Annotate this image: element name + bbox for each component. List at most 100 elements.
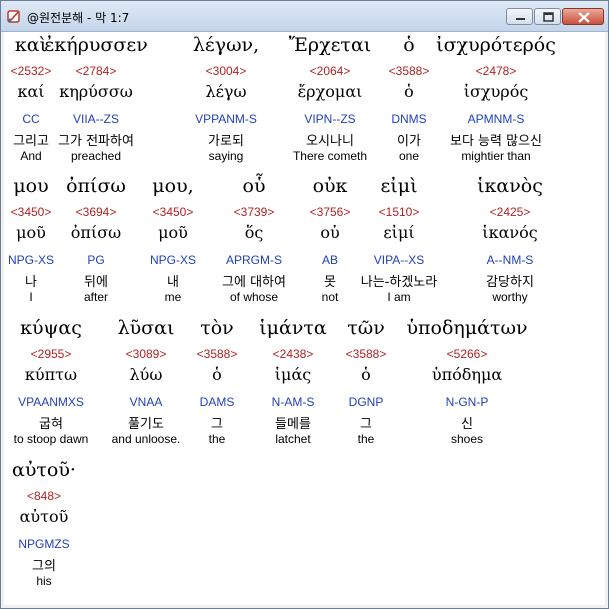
english-gloss: shoes <box>450 432 484 446</box>
korean-gloss: 그의 <box>32 559 56 574</box>
greek-word: ἐκήρυσσεν <box>44 34 148 56</box>
maximize-button[interactable] <box>534 8 561 25</box>
korean-gloss: 그리고 <box>13 134 49 149</box>
korean-gloss: 신 <box>461 417 473 432</box>
korean-gloss: 감당하지 <box>486 275 534 290</box>
korean-gloss: 그에 대하여 <box>222 275 286 290</box>
korean-gloss: 오시나니 <box>306 134 354 149</box>
strong-number: <2478> <box>475 64 517 78</box>
greek-word: ὁ <box>403 34 415 56</box>
parsing-code: VNAA <box>129 395 163 409</box>
english-gloss: me <box>164 290 182 304</box>
parsing-code: DAMS <box>199 395 235 409</box>
parsing-code: NPG-XS <box>7 253 54 267</box>
lemma: καί <box>17 82 45 101</box>
english-gloss: not <box>321 290 339 304</box>
parsing-code: N-AM-S <box>271 395 315 409</box>
lemma: οὐ <box>320 223 340 242</box>
korean-gloss: 뒤에 <box>84 275 108 290</box>
english-gloss: of whose <box>229 290 279 304</box>
parsing-code: AB <box>321 253 338 267</box>
english-gloss: worthy <box>492 290 528 304</box>
korean-gloss: 풀기도 <box>128 417 164 432</box>
parsing-code: APRGM-S <box>225 253 282 267</box>
greek-word: ἰσχυρότερός <box>436 34 556 56</box>
english-gloss: I am <box>387 290 411 304</box>
lemma: ὁ <box>212 365 222 384</box>
english-gloss: the <box>357 432 375 446</box>
greek-word: τὸν <box>200 317 234 339</box>
greek-word: τῶν <box>347 317 385 339</box>
greek-word: καὶ <box>14 34 48 56</box>
lemma: κύπτω <box>24 365 78 384</box>
greek-word: αὐτοῦ· <box>12 459 76 481</box>
english-gloss: latchet <box>275 432 311 446</box>
korean-gloss: 굽혀 <box>39 417 63 432</box>
english-gloss: one <box>398 149 420 163</box>
strong-number: <3739> <box>233 205 275 219</box>
lemma: ὑπόδημα <box>431 365 503 384</box>
strong-number: <2425> <box>489 205 531 219</box>
lemma: ἱκανός <box>482 223 538 242</box>
strong-number: <2532> <box>10 64 52 78</box>
parsing-code: DGNP <box>348 395 384 409</box>
english-gloss: the <box>208 432 226 446</box>
english-gloss: and unloose. <box>111 432 181 446</box>
greek-word: λῦσαι <box>117 317 175 339</box>
english-gloss: to stoop dawn <box>13 432 89 446</box>
strong-number: <3694> <box>75 205 117 219</box>
english-gloss: mightier than <box>461 149 531 163</box>
greek-word: κύψας <box>20 317 82 339</box>
parsing-code: VIPN--ZS <box>304 112 356 126</box>
strong-number: <848> <box>26 489 62 503</box>
greek-word: οὗ <box>242 175 266 197</box>
parsing-code: VPAANMXS <box>18 395 84 409</box>
greek-word: ἱμάντα <box>259 317 327 339</box>
greek-word: λέγων, <box>192 34 260 56</box>
strong-number: <3588> <box>388 64 430 78</box>
title-bar[interactable]: @원전분해 - 막 1:7 <box>1 1 608 32</box>
interlinear-view[interactable]: καὶ <2532> καί CC 그리고 And ἐκήρυσσεν <2784> κηρύσ… <box>4 32 605 605</box>
close-button[interactable] <box>562 8 604 25</box>
parsing-code: NPG-XS <box>149 253 196 267</box>
minimize-icon <box>516 18 525 20</box>
greek-word: εἰμὶ <box>380 175 418 197</box>
lemma: ὁ <box>361 365 371 384</box>
parsing-code: VPPANM-S <box>195 112 257 126</box>
korean-gloss: 그 <box>211 417 223 432</box>
lemma: ὀπίσω <box>70 223 122 242</box>
lemma: ἔρχομαι <box>297 82 363 101</box>
lemma: μοῦ <box>16 223 46 242</box>
strong-number: <3450> <box>10 205 52 219</box>
strong-number: <3450> <box>152 205 194 219</box>
korean-gloss: 못 <box>324 275 336 290</box>
greek-word: ὀπίσω <box>66 175 126 197</box>
parsing-code: VIPA--XS <box>373 253 425 267</box>
greek-word: μου <box>13 175 49 197</box>
scroll-quill-icon[interactable] <box>6 8 22 24</box>
maximize-icon <box>543 12 554 22</box>
minimize-button[interactable] <box>506 8 533 25</box>
lemma: ὅς <box>244 223 264 242</box>
korean-gloss: 보다 능력 많으신 <box>450 134 542 149</box>
strong-number: <1510> <box>378 205 420 219</box>
parsing-code: N-GN-P <box>445 395 489 409</box>
strong-number: <3588> <box>196 347 238 361</box>
greek-word: ὑποδημάτων <box>406 317 528 339</box>
strong-number: <3089> <box>125 347 167 361</box>
lemma: μοῦ <box>158 223 188 242</box>
lemma: εἰμί <box>383 223 415 242</box>
lemma: αὐτοῦ <box>19 507 69 526</box>
lemma: ἱμάς <box>274 365 312 384</box>
strong-number: <3756> <box>309 205 351 219</box>
english-gloss: his <box>36 574 52 588</box>
lemma: ὁ <box>404 82 414 101</box>
lemma: ἰσχυρός <box>463 82 529 101</box>
app-window: @원전분해 - 막 1:7 καὶ <2532> καί CC 그리고 And ἐκήρυσ… <box>0 0 609 609</box>
english-gloss: I <box>29 290 33 304</box>
lemma: λέγω <box>205 82 247 101</box>
parsing-code: DNMS <box>391 112 427 126</box>
korean-gloss: 이가 <box>397 134 421 149</box>
strong-number: <2784> <box>75 64 117 78</box>
close-icon <box>578 12 590 23</box>
